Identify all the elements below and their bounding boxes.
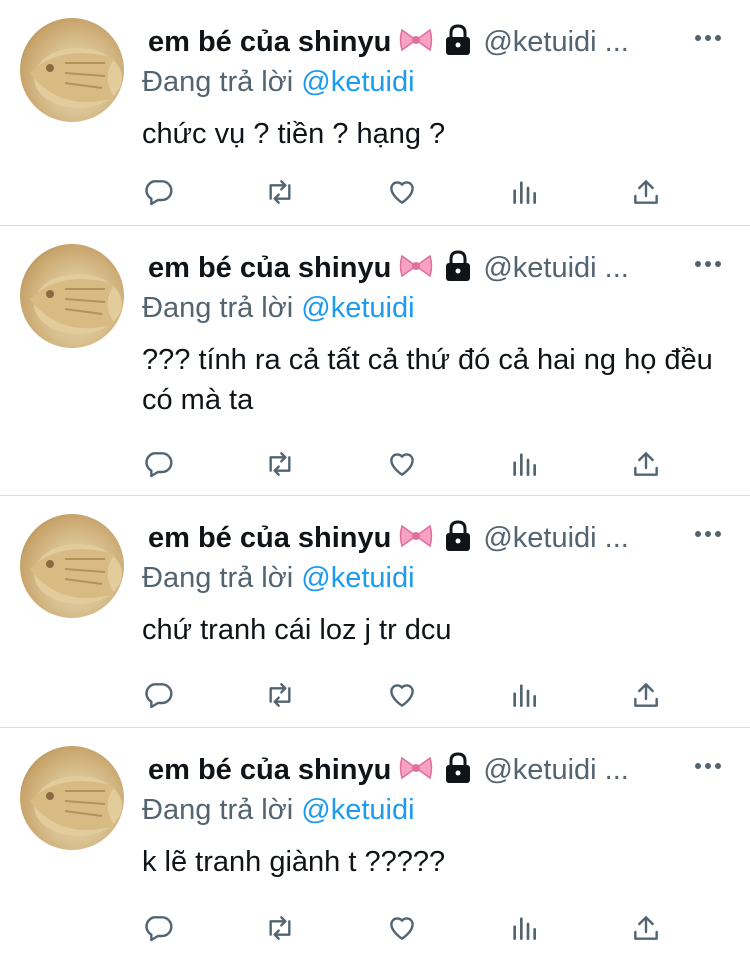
avatar[interactable] <box>20 18 124 122</box>
retweet-icon[interactable] <box>260 675 300 715</box>
padlock-icon <box>443 23 473 61</box>
more-dots-icon[interactable] <box>694 524 722 549</box>
avatar[interactable] <box>20 244 124 348</box>
replying-prefix: Đang trả lời <box>142 562 294 594</box>
tweet-text: ??? tính ra cả tất cả thứ đó cả hai ng h… <box>142 344 713 416</box>
replying-to: Đang trả lời @ketuidi <box>142 292 415 325</box>
heart-icon[interactable] <box>382 444 422 484</box>
replying-to: Đang trả lời @ketuidi <box>142 66 415 99</box>
tweet-text: chức vụ ? tiền ? hạng ? <box>142 118 446 150</box>
heart-icon[interactable] <box>382 908 422 948</box>
avatar[interactable] <box>20 746 124 850</box>
display-name[interactable]: em bé của shinyu <box>148 522 391 555</box>
tweet-header: em bé của shinyu @ketuidi ... <box>148 23 629 61</box>
display-name[interactable]: em bé của shinyu <box>148 754 391 787</box>
tweet[interactable]: em bé của shinyu @ketuidi ... Đang trả l… <box>0 496 750 728</box>
share-icon[interactable] <box>626 908 666 948</box>
tweet-text: k lẽ tranh giành t ????? <box>142 846 446 878</box>
tweet-header: em bé của shinyu @ketuidi ... <box>148 751 629 789</box>
ribbon-bow-icon <box>399 522 433 555</box>
tweet[interactable]: em bé của shinyu @ketuidi ... Đang trả l… <box>0 728 750 958</box>
padlock-icon <box>443 249 473 287</box>
ribbon-bow-icon <box>399 26 433 59</box>
views-icon[interactable] <box>504 172 544 212</box>
action-bar <box>0 172 750 212</box>
more-dots-icon[interactable] <box>694 756 722 781</box>
user-handle[interactable]: @ketuidi ... <box>483 754 629 787</box>
mention-link[interactable]: @ketuidi <box>301 562 414 594</box>
ribbon-bow-icon <box>399 252 433 285</box>
replying-to: Đang trả lời @ketuidi <box>142 562 415 595</box>
share-icon[interactable] <box>626 675 666 715</box>
share-icon[interactable] <box>626 172 666 212</box>
user-handle[interactable]: @ketuidi ... <box>483 522 629 555</box>
retweet-icon[interactable] <box>260 908 300 948</box>
tweet-text: chứ tranh cái loz j tr dcu <box>142 614 452 646</box>
padlock-icon <box>443 519 473 557</box>
padlock-icon <box>443 751 473 789</box>
tweet-header: em bé của shinyu @ketuidi ... <box>148 519 629 557</box>
heart-icon[interactable] <box>382 172 422 212</box>
replying-prefix: Đang trả lời <box>142 794 294 826</box>
share-icon[interactable] <box>626 444 666 484</box>
mention-link[interactable]: @ketuidi <box>301 292 414 324</box>
replying-prefix: Đang trả lời <box>142 292 294 324</box>
views-icon[interactable] <box>504 908 544 948</box>
heart-icon[interactable] <box>382 675 422 715</box>
reply-icon[interactable] <box>138 675 178 715</box>
user-handle[interactable]: @ketuidi ... <box>483 26 629 59</box>
ribbon-bow-icon <box>399 754 433 787</box>
replying-to: Đang trả lời @ketuidi <box>142 794 415 827</box>
views-icon[interactable] <box>504 675 544 715</box>
tweet[interactable]: em bé của shinyu @ketuidi ... Đang trả l… <box>0 0 750 226</box>
mention-link[interactable]: @ketuidi <box>301 794 414 826</box>
reply-icon[interactable] <box>138 444 178 484</box>
action-bar <box>0 675 750 715</box>
reply-icon[interactable] <box>138 908 178 948</box>
retweet-icon[interactable] <box>260 444 300 484</box>
display-name[interactable]: em bé của shinyu <box>148 26 391 59</box>
replying-prefix: Đang trả lời <box>142 66 294 98</box>
avatar[interactable] <box>20 514 124 618</box>
user-handle[interactable]: @ketuidi ... <box>483 252 629 285</box>
views-icon[interactable] <box>504 444 544 484</box>
retweet-icon[interactable] <box>260 172 300 212</box>
action-bar <box>0 908 750 948</box>
tweet[interactable]: em bé của shinyu @ketuidi ... Đang trả l… <box>0 226 750 496</box>
display-name[interactable]: em bé của shinyu <box>148 252 391 285</box>
action-bar <box>0 444 750 484</box>
more-dots-icon[interactable] <box>694 28 722 53</box>
reply-icon[interactable] <box>138 172 178 212</box>
more-dots-icon[interactable] <box>694 254 722 279</box>
mention-link[interactable]: @ketuidi <box>301 66 414 98</box>
tweet-header: em bé của shinyu @ketuidi ... <box>148 249 629 287</box>
